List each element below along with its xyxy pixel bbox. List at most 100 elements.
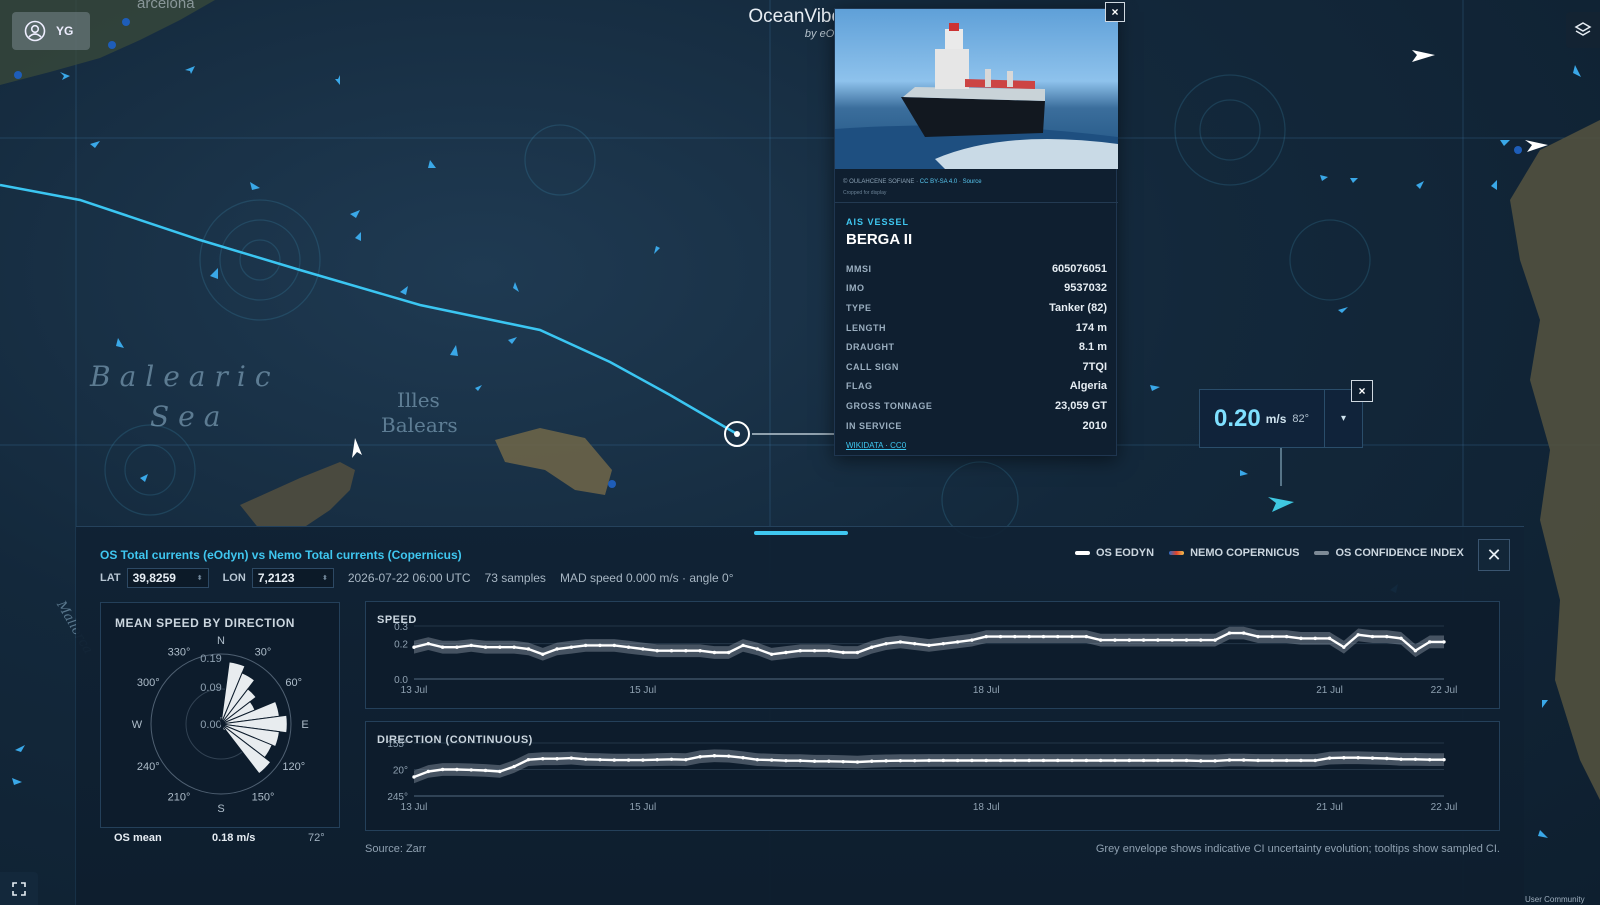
- panel-close-button[interactable]: ✕: [1478, 539, 1510, 571]
- data-point: [1041, 758, 1046, 763]
- legend-item-os-eodyn[interactable]: OS EODYN: [1075, 547, 1154, 559]
- data-point: [1313, 758, 1317, 763]
- rose-footer-label: OS mean: [114, 832, 162, 844]
- data-point: [727, 650, 731, 655]
- field-value: 8.1 m: [1078, 341, 1107, 354]
- x-tick-label: 21 Jul: [1316, 802, 1343, 813]
- photo-source-link[interactable]: Source: [963, 179, 982, 185]
- data-point: [1342, 645, 1346, 649]
- field-value: 605076051: [1051, 262, 1107, 275]
- data-point: [1184, 638, 1189, 642]
- panel-resize-handle[interactable]: [754, 531, 848, 535]
- rose-radial-tick: 0.00: [200, 719, 221, 731]
- rose-radial-tick: 0.19: [200, 653, 221, 665]
- data-point: [1141, 638, 1146, 642]
- lat-label: LAT: [100, 572, 121, 584]
- stepper-icon[interactable]: ⬍: [197, 574, 203, 582]
- legend-swatch: [1314, 551, 1330, 555]
- confidence-envelope: [414, 749, 1444, 784]
- stepper-icon[interactable]: ⬍: [322, 574, 328, 582]
- photo-license-link[interactable]: CC BY-SA 4.0: [920, 179, 957, 185]
- wikidata-link[interactable]: WIKIDATA · CC0: [846, 441, 906, 450]
- data-point: [941, 758, 946, 763]
- data-point: [1284, 634, 1289, 639]
- data-point: [941, 641, 946, 646]
- data-point: [984, 758, 988, 763]
- data-point: [1399, 636, 1403, 641]
- data-point: [741, 643, 745, 648]
- rose-angle-label: 120°: [282, 761, 305, 773]
- layers-button[interactable]: [1566, 12, 1600, 48]
- data-point: [1056, 758, 1060, 763]
- data-point: [626, 758, 631, 762]
- island-label-1: Illes: [397, 388, 440, 412]
- data-point: [884, 641, 888, 646]
- x-tick-label: 13 Jul: [401, 685, 428, 696]
- data-point: [1370, 634, 1375, 639]
- rose-angle-label: E: [301, 719, 308, 731]
- data-point: [1299, 636, 1303, 641]
- field-value: 9537032: [1064, 282, 1107, 295]
- data-point: [483, 768, 488, 773]
- data-point: [684, 757, 688, 762]
- user-menu-button[interactable]: YG: [12, 12, 90, 50]
- data-point: [955, 640, 960, 644]
- data-point: [970, 758, 974, 763]
- vessel-name: BERGA II: [846, 231, 913, 248]
- rose-angle-label: 30°: [255, 646, 272, 658]
- legend-item-nemo[interactable]: NEMO COPERNICUS: [1169, 547, 1299, 559]
- data-point: [1270, 758, 1275, 763]
- data-point: [769, 758, 774, 762]
- data-point: [1385, 756, 1389, 761]
- data-point: [598, 643, 602, 648]
- data-point: [784, 650, 788, 655]
- data-point: [769, 652, 774, 656]
- data-point: [1098, 638, 1103, 642]
- data-point: [698, 649, 702, 653]
- current-swirls: [104, 74, 1371, 539]
- data-point: [1199, 638, 1203, 642]
- data-point: [1127, 638, 1131, 642]
- rose-angle-label: 210°: [168, 792, 191, 804]
- vessel-field-row: LENGTH 174 m: [846, 318, 1107, 338]
- data-point: [841, 759, 845, 764]
- vessel-field-row: MMSI 605076051: [846, 259, 1107, 279]
- field-label: GROSS TONNAGE: [846, 400, 933, 411]
- probe-close-button[interactable]: ×: [1351, 380, 1373, 402]
- x-tick-label: 18 Jul: [973, 685, 1000, 696]
- data-point: [426, 769, 431, 774]
- data-point: [855, 650, 860, 655]
- field-value: Tanker (82): [1049, 301, 1107, 314]
- speed-chart[interactable]: 0.30.20.013 Jul 15 Jul 18 Jul 21 Jul 22 Jul: [366, 602, 1501, 710]
- lat-input[interactable]: 39,8259 ⬍: [126, 568, 209, 588]
- speed-chart-card: SPEED 0.3 0.2 0.0 13 Jul 15 Jul 18 Jul 21 Jul 2…: [365, 601, 1500, 709]
- rose-angle-label: 300°: [137, 677, 160, 689]
- map-attribution: User Community: [1525, 895, 1585, 904]
- data-point: [812, 759, 817, 763]
- x-tick-label: 22 Jul: [1431, 802, 1458, 813]
- vessel-field-row: IMO 9537032: [846, 279, 1107, 299]
- rose-footer-speed: 0.18 m/s: [212, 832, 256, 844]
- lon-input[interactable]: 7,2123 ⬍: [251, 568, 334, 588]
- data-point: [641, 758, 645, 762]
- fullscreen-button[interactable]: [0, 872, 38, 905]
- data-point: [469, 643, 473, 648]
- data-point: [1227, 631, 1232, 635]
- ci-note: Grey envelope shows indicative CI uncert…: [1095, 843, 1500, 855]
- data-point: [541, 757, 545, 761]
- data-point: [440, 767, 445, 772]
- rose-angle-label: S: [217, 803, 224, 815]
- vessel-card-close-button[interactable]: ×: [1105, 2, 1125, 22]
- data-point: [812, 649, 817, 653]
- rose-angle-label: N: [217, 635, 225, 647]
- x-tick-label: 15 Jul: [630, 802, 657, 813]
- data-point: [1385, 634, 1389, 639]
- data-point: [1199, 759, 1203, 763]
- legend-item-confidence[interactable]: OS CONFIDENCE INDEX: [1314, 547, 1464, 559]
- legend-swatch: [1075, 551, 1090, 555]
- user-avatar-icon: [24, 20, 46, 42]
- field-label: IMO: [846, 283, 865, 294]
- direction-chart[interactable]: 155°20°245°13 Jul 15 Jul 18 Jul 21 Jul 22 Ju…: [366, 722, 1501, 832]
- vessel-track: [0, 183, 738, 436]
- land-menorca: [495, 428, 612, 495]
